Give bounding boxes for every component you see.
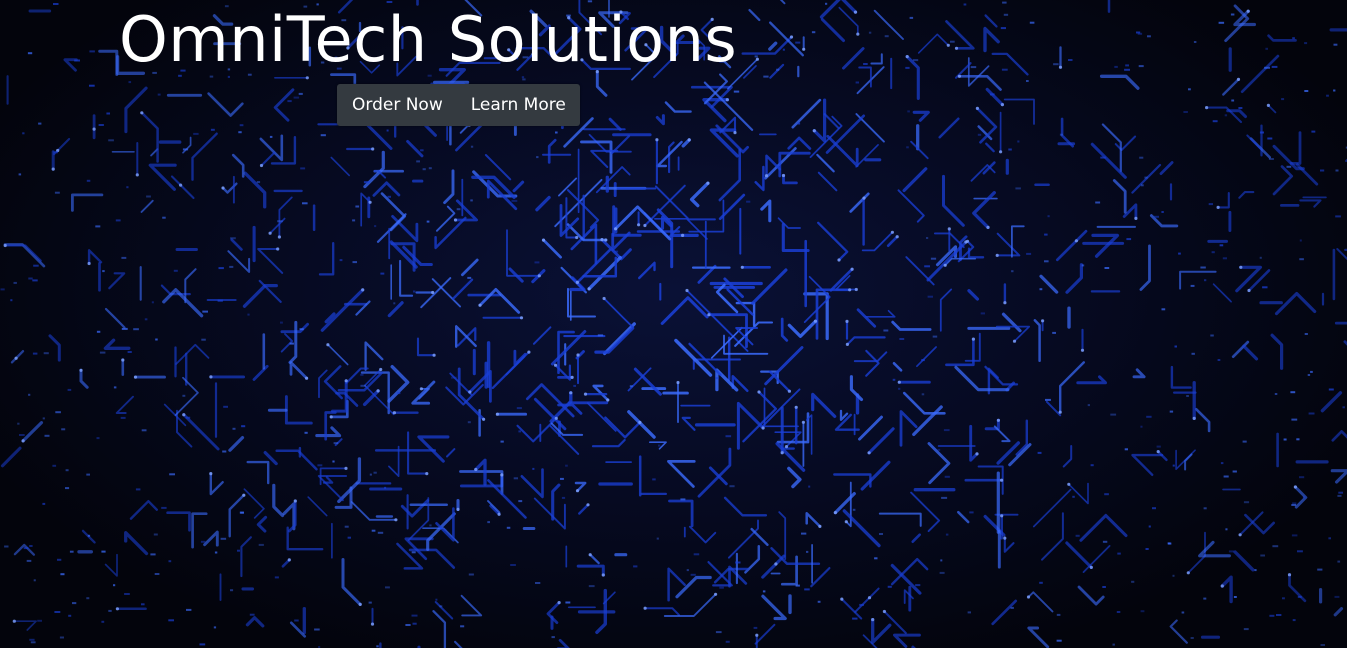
- site-title: OmniTech Solutions: [119, 3, 738, 76]
- order-now-link[interactable]: Order Now: [352, 95, 443, 115]
- cta-nav: Order Now Learn More: [337, 84, 580, 126]
- hero-section: OmniTech Solutions Order Now Learn More: [0, 0, 1347, 648]
- circuit-board-background: [0, 0, 1347, 648]
- learn-more-link[interactable]: Learn More: [471, 95, 566, 115]
